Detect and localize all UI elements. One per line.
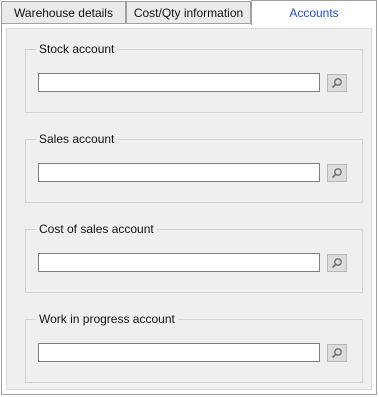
- sales-account-label: Sales account: [36, 132, 118, 146]
- magnifier-icon: [331, 168, 342, 179]
- work-in-progress-account-label: Work in progress account: [36, 312, 178, 326]
- tab-label: Warehouse details: [14, 5, 113, 20]
- accounts-panel-body: Stock account Sales account Cost of sale…: [6, 28, 372, 390]
- sales-account-lookup-button[interactable]: [327, 164, 347, 182]
- work-in-progress-account-input[interactable]: [38, 343, 320, 362]
- tab-accounts[interactable]: Accounts: [251, 0, 377, 25]
- magnifier-icon: [331, 78, 342, 89]
- cost-of-sales-account-label: Cost of sales account: [36, 222, 157, 236]
- cost-of-sales-account-lookup-button[interactable]: [327, 254, 347, 272]
- accounts-panel: Stock account Sales account Cost of sale…: [1, 23, 377, 395]
- cost-of-sales-account-input[interactable]: [38, 253, 320, 272]
- stock-account-input[interactable]: [38, 73, 320, 92]
- tab-warehouse-details[interactable]: Warehouse details: [1, 1, 126, 23]
- stock-account-group: Stock account: [25, 42, 363, 113]
- sales-account-input[interactable]: [38, 163, 320, 182]
- magnifier-icon: [331, 348, 342, 359]
- stock-account-label: Stock account: [36, 42, 118, 56]
- tab-label: Cost/Qty information: [133, 5, 244, 20]
- sales-account-group: Sales account: [25, 132, 363, 203]
- stock-account-lookup-button[interactable]: [327, 74, 347, 92]
- work-in-progress-account-group: Work in progress account: [25, 312, 363, 383]
- tab-label: Accounts: [289, 6, 339, 20]
- work-in-progress-account-lookup-button[interactable]: [327, 344, 347, 362]
- cost-of-sales-account-group: Cost of sales account: [25, 222, 363, 293]
- tab-strip: Warehouse details Cost/Qty information A…: [0, 0, 379, 25]
- magnifier-icon: [331, 258, 342, 269]
- tab-cost-qty-information[interactable]: Cost/Qty information: [126, 1, 251, 23]
